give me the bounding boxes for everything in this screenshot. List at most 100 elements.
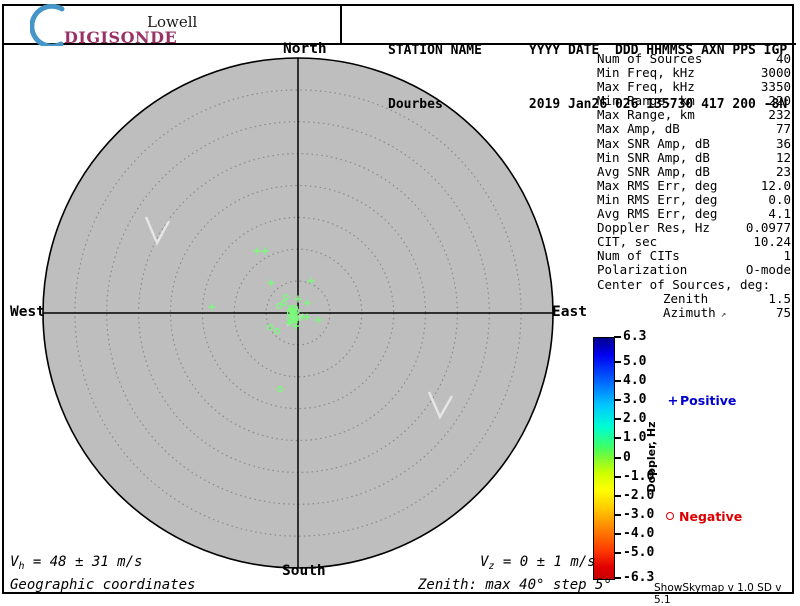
stat-value: 0.0: [768, 191, 791, 207]
version-label: ShowSkymap v 1.0 SD v 5.1: [654, 582, 782, 606]
colorbar-tick: [614, 418, 621, 421]
colorbar-tick: [614, 552, 621, 555]
colorbar-tick: [614, 437, 621, 440]
stat-label: Max Range, km: [597, 107, 695, 123]
stat-label: Max Freq, kHz: [597, 79, 695, 95]
colorbar-tick-label: -5.0: [623, 545, 655, 561]
stat-value: 23: [775, 163, 791, 179]
stat-value: 220: [768, 93, 791, 109]
stat-label: Min RMS Err, deg: [597, 191, 718, 207]
stat-label: Zenith: [663, 290, 709, 306]
compass-east-label: East: [552, 304, 587, 320]
circle-marker-icon: [666, 512, 674, 520]
colorbar-tick-label: 5.0: [623, 353, 647, 369]
colorbar-tick-label: -1.0: [623, 468, 655, 484]
coordinate-system-label: Geographic coordinates: [10, 577, 196, 593]
stat-value: 1.5: [768, 290, 791, 306]
colorbar-tick: [614, 577, 621, 579]
stat-row: Avg SNR Amp, dB 23: [597, 163, 791, 179]
stat-label: Doppler Res, Hz: [597, 220, 710, 236]
colorbar-tick: [614, 475, 621, 478]
compass-north-label: North: [283, 41, 327, 57]
stat-value: 12: [775, 149, 791, 165]
stat-value: 36: [775, 135, 791, 151]
stat-label: Min SNR Amp, dB: [597, 149, 710, 165]
stat-row: Min Range, km 220: [597, 94, 791, 108]
stat-label: Max Amp, dB: [597, 121, 680, 137]
stat-row: Min RMS Err, deg 0.0: [597, 191, 791, 207]
stat-row: Max SNR Amp, dB 36: [597, 135, 791, 151]
stat-label: Min Freq, kHz: [597, 65, 695, 81]
colorbar-tick: [614, 379, 621, 382]
vh-value: = 48 ± 31 m/s: [24, 554, 143, 570]
stat-label: Center of Sources, deg:: [597, 276, 771, 292]
stat-label: Num of Sources: [597, 51, 703, 66]
stat-row: Max Range, km 232: [597, 108, 791, 122]
colorbar-tick-label: 2.0: [623, 411, 647, 427]
colorbar-tick-label: 1.0: [623, 430, 647, 446]
colorbar-tick-label: -3.0: [623, 506, 655, 522]
stat-row: CIT, sec 10.24: [597, 235, 791, 249]
stat-row: Azimuth ↗ 75: [597, 304, 791, 322]
stat-label: Polarization: [597, 262, 688, 278]
stat-value: 75: [775, 304, 791, 320]
lowell-digisonde-logo: Lowell DIGISONDE: [30, 4, 240, 47]
stat-row: Min Freq, kHz 3000: [597, 65, 791, 81]
stat-row: Max Freq, kHz 3350: [597, 80, 791, 94]
colorbar-tick-label: 3.0: [623, 392, 647, 408]
vz-value: = 0 ± 1 m/s: [494, 554, 596, 570]
colorbar-tick: [614, 533, 621, 535]
stats-panel: Num of Sources 40 Min Freq, kHz 3000 Max Fre…: [597, 51, 791, 322]
horizontal-velocity-readout: Vh = 48 ± 31 m/s: [10, 554, 142, 572]
stat-value: 10.24: [753, 234, 791, 250]
azimuth-direction-icon: ↗: [720, 309, 727, 320]
stat-row: Doppler Res, Hz 0.0977: [597, 221, 791, 235]
colorbar-tick: [614, 336, 621, 338]
stat-row: Polarization O-mode: [597, 263, 791, 277]
colorbar-tick: [614, 456, 621, 459]
legend-negative-label: Negative: [679, 509, 743, 524]
stat-value: O-mode: [745, 262, 791, 278]
stat-label: Azimuth ↗: [663, 304, 727, 320]
colorbar-tick-label: 0: [623, 449, 631, 465]
stat-row: Zenith 1.5: [597, 290, 791, 306]
stat-row: Num of CITs 1: [597, 249, 791, 263]
stat-label: Avg SNR Amp, dB: [597, 163, 710, 179]
stat-value: 232: [768, 107, 791, 123]
colorbar-tick-label: -2.0: [623, 487, 655, 503]
stat-row: Center of Sources, deg:: [597, 276, 791, 292]
stat-value: 12.0: [760, 177, 791, 193]
stat-label: Num of CITs: [597, 248, 680, 264]
stat-label: Max RMS Err, deg: [597, 177, 718, 193]
logo-divider: [340, 4, 342, 43]
showskymap-window: { "logo": { "top": "Lowell", "bottom": "…: [0, 0, 800, 606]
zenith-scale-label: Zenith: max 40° step 5°: [418, 577, 612, 593]
stat-label: CIT, sec: [597, 234, 658, 250]
colorbar-tick: [614, 494, 621, 497]
stat-value: 3350: [760, 79, 791, 95]
stat-row: Max RMS Err, deg 12.0: [597, 177, 791, 193]
stat-value: 1: [783, 248, 791, 264]
stat-value: 40: [775, 51, 791, 66]
vertical-velocity-readout: Vz = 0 ± 1 m/s: [480, 554, 596, 572]
compass-south-label: South: [282, 563, 326, 579]
colorbar-tick: [614, 399, 621, 402]
colorbar-tick-label: 6.3: [623, 329, 647, 344]
stat-value: 3000: [760, 65, 791, 81]
plus-marker-icon: +: [667, 394, 679, 409]
stat-row: Avg RMS Err, deg 4.1: [597, 206, 791, 222]
stat-label: Avg RMS Err, deg: [597, 206, 718, 222]
stat-value: 77: [775, 121, 791, 137]
legend-positive-label: Positive: [680, 393, 737, 408]
colorbar-tick-label: -4.0: [623, 526, 655, 541]
stat-label: Max SNR Amp, dB: [597, 135, 710, 151]
colorbar-tick: [614, 360, 621, 363]
stat-value: 4.1: [768, 206, 791, 222]
stat-row: Num of Sources 40: [597, 51, 791, 66]
stat-row: Min SNR Amp, dB 12: [597, 149, 791, 165]
legend-negative: Negative: [666, 509, 742, 524]
stat-value: 0.0977: [745, 220, 791, 236]
compass-west-label: West: [10, 304, 45, 320]
colorbar-tick-label: 4.0: [623, 372, 647, 388]
logo-text-digisonde: DIGISONDE: [64, 28, 178, 47]
